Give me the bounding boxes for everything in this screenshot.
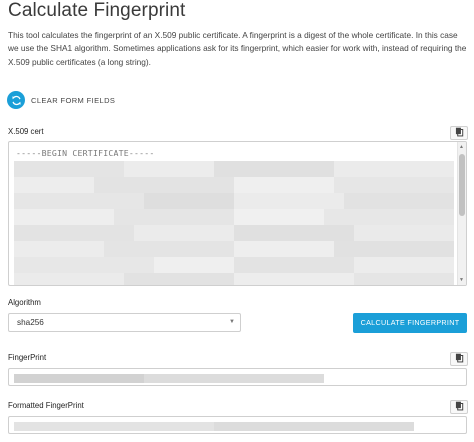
page-description: This tool calculates the fingerprint of … bbox=[8, 30, 467, 67]
cert-copy-button[interactable] bbox=[450, 126, 468, 140]
algorithm-selected-value: sha256 bbox=[17, 318, 44, 327]
redacted-cert-line bbox=[14, 257, 454, 273]
redacted-fingerprint bbox=[144, 374, 324, 383]
copy-icon bbox=[455, 398, 464, 416]
chevron-down-icon: ▼ bbox=[229, 319, 235, 325]
refresh-icon bbox=[7, 91, 25, 109]
copy-icon bbox=[455, 350, 464, 368]
redacted-formatted-fingerprint bbox=[214, 422, 414, 431]
page-title: Calculate Fingerprint bbox=[8, 0, 186, 21]
fingerprint-label: FingerPrint bbox=[8, 353, 47, 362]
redacted-fingerprint bbox=[14, 374, 144, 383]
algorithm-label: Algorithm bbox=[8, 298, 41, 307]
clear-form-button[interactable]: CLEAR FORM FIELDS bbox=[7, 90, 115, 110]
formatted-fingerprint-copy-button[interactable] bbox=[450, 400, 468, 414]
redacted-cert-line bbox=[14, 161, 454, 177]
redacted-cert-line bbox=[14, 177, 454, 193]
redacted-cert-line bbox=[14, 225, 454, 241]
clear-form-label: CLEAR FORM FIELDS bbox=[31, 95, 116, 105]
redacted-cert-line bbox=[14, 193, 454, 209]
scroll-thumb[interactable] bbox=[459, 154, 465, 216]
cert-textarea[interactable]: -----BEGIN CERTIFICATE----- ▲ ▼ bbox=[8, 141, 467, 286]
scroll-up-icon[interactable]: ▲ bbox=[459, 144, 464, 150]
fingerprint-field[interactable] bbox=[8, 368, 467, 386]
redacted-cert-line bbox=[14, 209, 454, 225]
cert-label: X.509 cert bbox=[8, 127, 44, 136]
fingerprint-copy-button[interactable] bbox=[450, 352, 468, 366]
formatted-fingerprint-label: Formatted FingerPrint bbox=[8, 401, 84, 410]
redacted-cert-line bbox=[14, 241, 454, 257]
algorithm-select[interactable]: sha256 ▼ bbox=[8, 313, 241, 332]
copy-icon bbox=[455, 124, 464, 142]
redacted-formatted-fingerprint bbox=[14, 422, 214, 431]
redacted-cert-line bbox=[14, 273, 454, 285]
cert-first-line: -----BEGIN CERTIFICATE----- bbox=[16, 148, 155, 158]
calculate-fingerprint-button[interactable]: CALCULATE FINGERPRINT bbox=[353, 313, 467, 333]
cert-scrollbar[interactable]: ▲ ▼ bbox=[457, 142, 466, 285]
formatted-fingerprint-field[interactable] bbox=[8, 416, 467, 434]
scroll-down-icon[interactable]: ▼ bbox=[459, 277, 464, 283]
